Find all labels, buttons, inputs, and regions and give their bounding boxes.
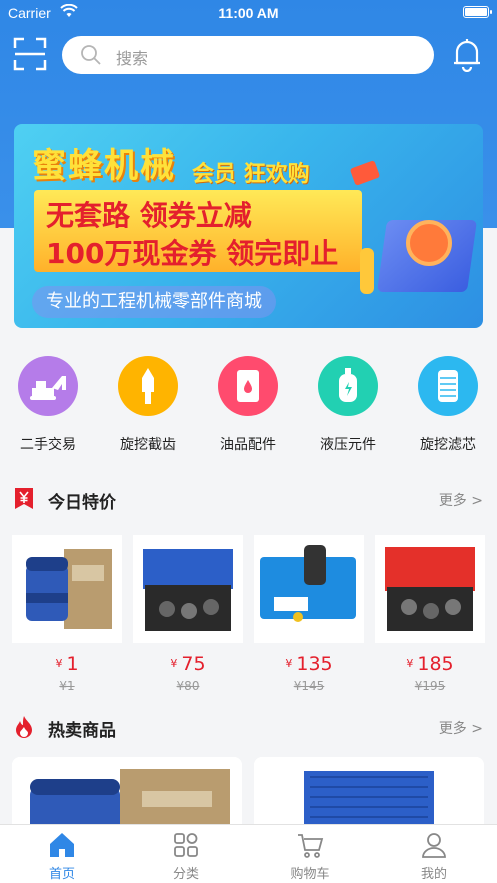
tab-home[interactable]: 首页 — [22, 831, 102, 882]
category-label: 旋挖截齿 — [120, 437, 176, 453]
currency-symbol: ¥ — [55, 657, 63, 670]
banner-promo: 会员 狂欢购 — [192, 162, 310, 187]
category-item-hydraulic[interactable]: 液压元件 — [308, 356, 388, 454]
category-label: 二手交易 — [20, 437, 76, 453]
tab-label: 我的 — [420, 867, 447, 882]
tab-label: 首页 — [48, 867, 75, 882]
category-item-filter[interactable]: 旋挖滤芯 — [408, 356, 488, 454]
oil-drum-icon — [218, 356, 278, 416]
home-icon — [48, 831, 76, 859]
product-image — [375, 535, 485, 643]
deal-price: ¥135 — [254, 653, 364, 675]
search-icon — [80, 44, 102, 70]
original-price: ¥80 — [176, 679, 200, 693]
original-price: ¥195 — [414, 679, 446, 693]
hydraulic-icon — [318, 356, 378, 416]
today-deals-header: 今日特价 更多 > — [0, 484, 497, 514]
filter-icon — [418, 356, 478, 416]
deal-price: ¥1 — [12, 653, 122, 675]
user-icon — [420, 831, 448, 859]
battery-icon — [463, 6, 492, 18]
tab-label: 分类 — [172, 867, 199, 882]
category-grid: 二手交易 旋挖截齿 油品配件 液压元件 旋挖滤芯 — [0, 356, 497, 456]
flame-icon — [13, 715, 35, 738]
category-item-oil-parts[interactable]: 油品配件 — [208, 356, 288, 454]
category-label: 液压元件 — [320, 437, 376, 453]
banner-tagline: 专业的工程机械零部件商城 — [32, 286, 276, 318]
more-link[interactable]: 更多 > — [439, 718, 483, 738]
banner-headline-1: 无套路 领券立减 — [46, 199, 252, 232]
currency-symbol: ¥ — [406, 657, 414, 670]
banner-brand: 蜜蜂机械 — [32, 146, 176, 186]
category-label: 旋挖滤芯 — [420, 437, 476, 453]
category-item-drill-teeth[interactable]: 旋挖截齿 — [108, 356, 188, 454]
deal-card[interactable]: ¥75 ¥80 — [133, 535, 243, 700]
status-bar: Carrier 11:00 AM — [0, 0, 497, 26]
coupon-tag-decoration — [349, 160, 381, 186]
cart-icon — [296, 831, 324, 859]
currency-symbol: ¥ — [170, 657, 178, 670]
section-title: 今日特价 — [48, 493, 116, 513]
bottom-tab-bar: 首页 分类 购物车 我的 — [0, 824, 497, 883]
scan-icon[interactable] — [12, 36, 48, 72]
banner-headline-2: 100万现金券 领完即止 — [46, 237, 339, 270]
category-item-used-trade[interactable]: 二手交易 — [8, 356, 88, 454]
product-image — [254, 535, 364, 643]
drill-tooth-icon — [118, 356, 178, 416]
category-label: 油品配件 — [220, 437, 276, 453]
promo-banner[interactable]: 蜜蜂机械 会员 狂欢购 无套路 领券立减 100万现金券 领完即止 专业的工程机… — [14, 124, 483, 328]
deal-card[interactable]: ¥135 ¥145 — [254, 535, 364, 700]
section-title: 热卖商品 — [48, 721, 116, 741]
currency-symbol: ¥ — [285, 657, 293, 670]
search-placeholder: 搜索 — [116, 49, 149, 68]
product-image — [12, 535, 122, 643]
tab-profile[interactable]: 我的 — [394, 831, 474, 882]
tab-category[interactable]: 分类 — [146, 831, 226, 882]
tab-label: 购物车 — [290, 867, 330, 882]
price-value: 135 — [296, 653, 333, 675]
category-icon — [172, 831, 200, 859]
excavator-icon — [18, 356, 78, 416]
person-illustration — [360, 248, 374, 294]
tab-cart[interactable]: 购物车 — [270, 831, 350, 882]
original-price: ¥145 — [293, 679, 325, 693]
price-value: 1 — [66, 653, 79, 675]
original-price: ¥1 — [59, 679, 75, 693]
banner-promo-box: 无套路 领券立减 100万现金券 领完即止 — [34, 190, 362, 272]
deal-card[interactable]: ¥185 ¥195 — [375, 535, 485, 700]
deal-price: ¥185 — [375, 653, 485, 675]
price-value: 185 — [417, 653, 454, 675]
top-header: 搜索 — [0, 34, 497, 78]
search-input[interactable]: 搜索 — [62, 36, 434, 74]
clock: 11:00 AM — [218, 5, 279, 21]
product-image — [133, 535, 243, 643]
coin-decoration — [406, 220, 452, 266]
price-value: 75 — [181, 653, 206, 675]
yen-badge-icon — [13, 487, 35, 509]
more-link[interactable]: 更多 > — [439, 490, 483, 510]
deal-price: ¥75 — [133, 653, 243, 675]
bell-icon[interactable] — [450, 36, 484, 73]
deal-card[interactable]: ¥1 ¥1 — [12, 535, 122, 700]
hot-products-header: 热卖商品 更多 > — [0, 712, 497, 742]
